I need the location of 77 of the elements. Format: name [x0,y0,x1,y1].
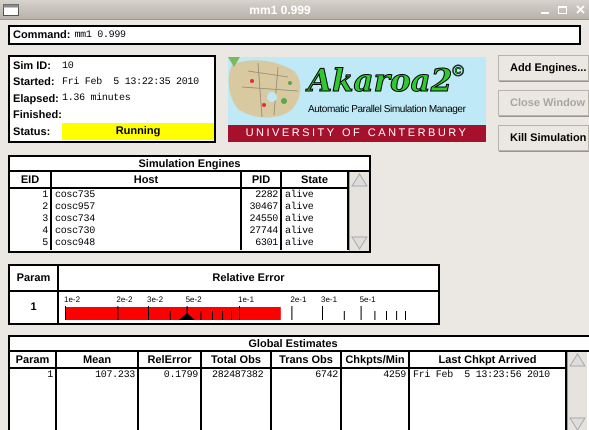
table-cell-text: cosc735 [54,190,96,202]
table-cell-text: 4 [41,226,49,238]
field-label: Command: [13,28,70,43]
table-cell-text: 0.1799 [162,370,199,382]
scroll-up-icon[interactable] [568,352,587,368]
table-cell-text: 5 [41,238,49,250]
close-icon[interactable] [576,5,585,14]
maximize-icon[interactable] [558,6,567,14]
column-header[interactable]: RelError [139,352,202,367]
action-button[interactable]: Add Engines... [498,55,589,81]
table-cell-text: 6301 [254,238,279,250]
info-value: Fri Feb 5 13:22:35 2010 [62,76,199,90]
table-cell-text: 6742 [314,370,339,382]
table-cell-text: 3 [41,214,49,226]
copyright-mark: © [452,63,466,81]
table-cell-text: alive [284,226,315,238]
action-button[interactable]: Kill Simulation [498,125,589,151]
table-cell-text: cosc730 [54,226,96,238]
info-label: Started: [12,75,56,90]
table-cell-text: alive [284,214,315,226]
tick-label: 5e-2 [186,295,202,304]
table-cell-text: 27744 [248,226,279,238]
tick-label: 3e-2 [147,295,164,304]
table-cell-text: alive [284,238,315,250]
logo-title: Akaroa2 [308,63,452,99]
table-cell-text: alive [284,202,315,214]
column-header[interactable]: Host [52,172,242,187]
table-cell-text: 1 [41,190,49,202]
university-banner: UNIVERSITY OF CANTERBURY [228,125,486,142]
info-label: Elapsed: [12,92,60,107]
column-header[interactable]: Trans Obs [272,352,342,367]
column-header[interactable]: Param [10,266,59,290]
column-header[interactable]: EID [10,172,52,187]
tick-label: 1e-2 [64,295,80,304]
table-cell-text: 2 [41,202,49,214]
tick-label: 2e-1 [290,295,306,304]
field-value: mm1 0.999 [74,28,126,42]
info-label: Finished: [12,108,62,124]
info-value: 1.36 minutes [62,92,130,106]
column-header[interactable]: Relative Error [59,266,438,290]
scroll-down-icon[interactable] [568,416,587,430]
info-value: 10 [62,60,74,74]
column-header[interactable]: Mean [57,352,139,367]
table-cell: 1 [10,292,59,323]
tick-label: 5e-1 [360,295,376,304]
table-cell-text: 107.233 [94,370,136,382]
tick-label: 2e-2 [116,295,132,304]
window-menu-icon[interactable] [3,4,19,16]
scrollbar[interactable] [349,172,369,251]
table-cell-text: 24550 [248,214,279,226]
scroll-down-icon[interactable] [350,235,369,251]
column-header[interactable]: Param [10,352,57,367]
column-header[interactable]: Total Obs [202,352,272,367]
table-cell-text: 30467 [248,202,279,214]
status-indicator: Running [62,123,214,140]
column-header[interactable]: Chkpts/Min [342,352,410,367]
tick-label: 1e-1 [238,295,254,304]
column-header[interactable]: PID [242,172,282,187]
logo-subtitle: Automatic Parallel Simulation Manager [308,103,466,117]
table-cell-text: cosc734 [54,214,96,226]
table-cell-text: 2282 [254,190,279,202]
info-label: Status: [12,124,52,140]
table-title: Simulation Engines [10,157,369,172]
table-cell-text: 1 [46,370,54,382]
table-cell-text: Fri Feb 5 13:23:56 2010 [412,370,551,382]
table-cell-text: 4259 [382,370,407,382]
scrollbar[interactable] [567,352,587,430]
table-cell-text: cosc948 [54,238,96,250]
command-field[interactable]: Command: mm1 0.999 [8,25,581,45]
table-cell-text: alive [284,190,315,202]
info-label: Sim ID: [12,58,52,74]
scroll-up-icon[interactable] [350,172,369,188]
table-cell-text: 282487382 [211,370,264,382]
table-cell-text: cosc957 [54,202,96,214]
tick-label: 3e-1 [321,295,338,304]
window-title: mm1 0.999 [248,2,312,18]
table-title: Global Estimates [10,337,589,352]
